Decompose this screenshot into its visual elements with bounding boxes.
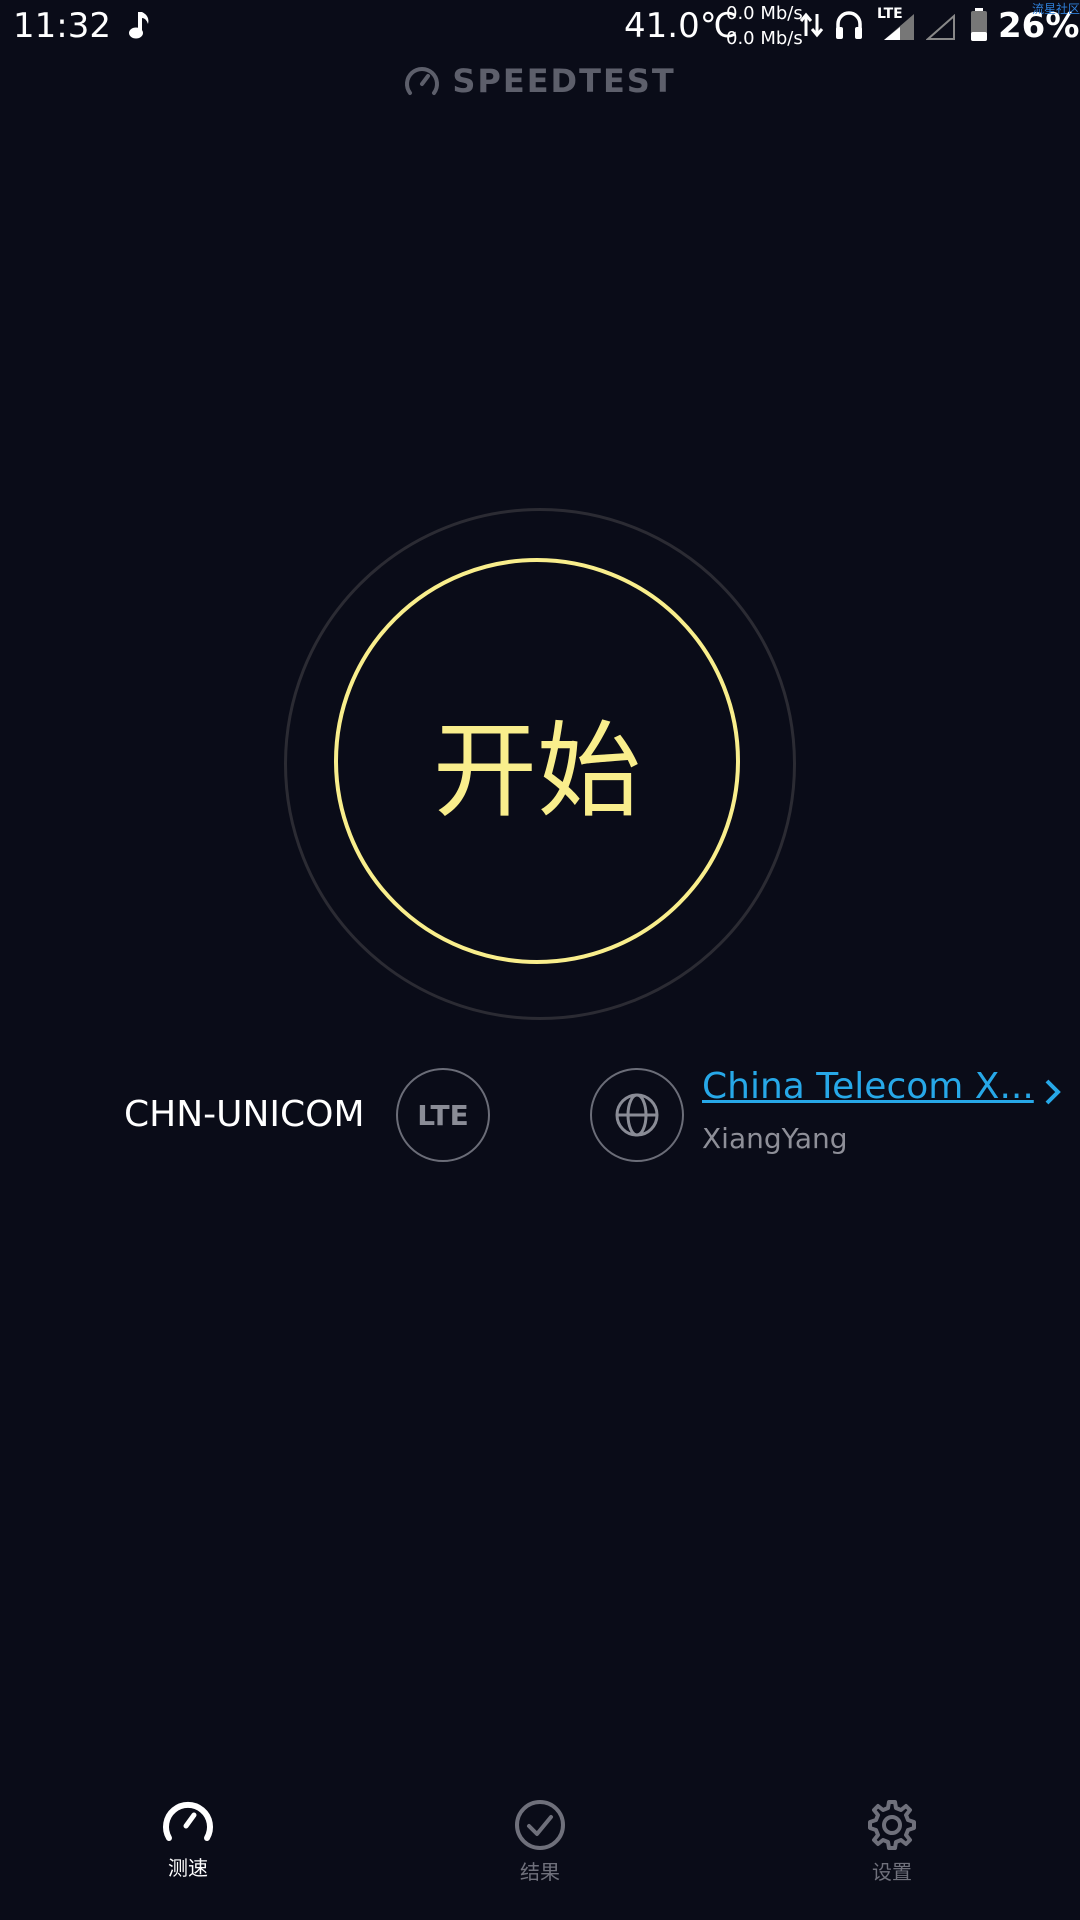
start-area: 开始	[284, 508, 796, 1020]
tab-results[interactable]: 结果	[460, 1798, 620, 1908]
data-transfer-icon	[800, 12, 824, 38]
server-name-link[interactable]: China Telecom X...	[702, 1066, 1034, 1107]
signal-icon	[884, 14, 914, 40]
status-download-rate: 0.0 Mb/s	[726, 28, 803, 49]
speedometer-logo-icon	[405, 67, 440, 95]
tab-speedtest[interactable]: 测速	[108, 1798, 268, 1908]
status-temperature: 41.0℃	[624, 6, 738, 46]
status-time: 11:32	[13, 6, 111, 46]
tab-results-label: 结果	[520, 1860, 560, 1884]
signal-empty-icon	[926, 14, 955, 40]
watermark: 流星社区	[1031, 2, 1080, 16]
check-circle-icon	[515, 1800, 565, 1850]
status-upload-rate: 0.0 Mb/s	[726, 3, 803, 24]
start-test-button[interactable]: 开始	[334, 558, 740, 964]
lte-badge-label: LTE	[417, 1098, 469, 1132]
logo-text: SPEEDTEST	[452, 62, 676, 100]
tab-settings-label: 设置	[872, 1860, 912, 1884]
headphones-icon	[836, 11, 862, 39]
bottom-tab-bar: 测速 结果 设置	[0, 1798, 1080, 1920]
gear-icon	[868, 1800, 916, 1850]
music-note-icon	[129, 12, 149, 39]
speedometer-icon	[163, 1801, 213, 1841]
globe-icon	[615, 1093, 659, 1137]
speedtest-logo: SPEEDTEST	[0, 62, 1080, 101]
battery-icon	[971, 8, 987, 41]
chevron-right-icon[interactable]	[1044, 1078, 1062, 1106]
server-location: XiangYang	[702, 1122, 848, 1155]
tab-speedtest-label: 测速	[168, 1856, 208, 1880]
lte-badge: LTE	[396, 1068, 490, 1162]
server-globe-button[interactable]	[590, 1068, 684, 1162]
carrier-name: CHN-UNICOM	[124, 1094, 365, 1135]
status-bar: 11:32 41.0℃ 0.0 Mb/s 0.0 Mb/s LTE 26% 流星…	[0, 0, 1080, 54]
tab-settings[interactable]: 设置	[812, 1798, 972, 1908]
